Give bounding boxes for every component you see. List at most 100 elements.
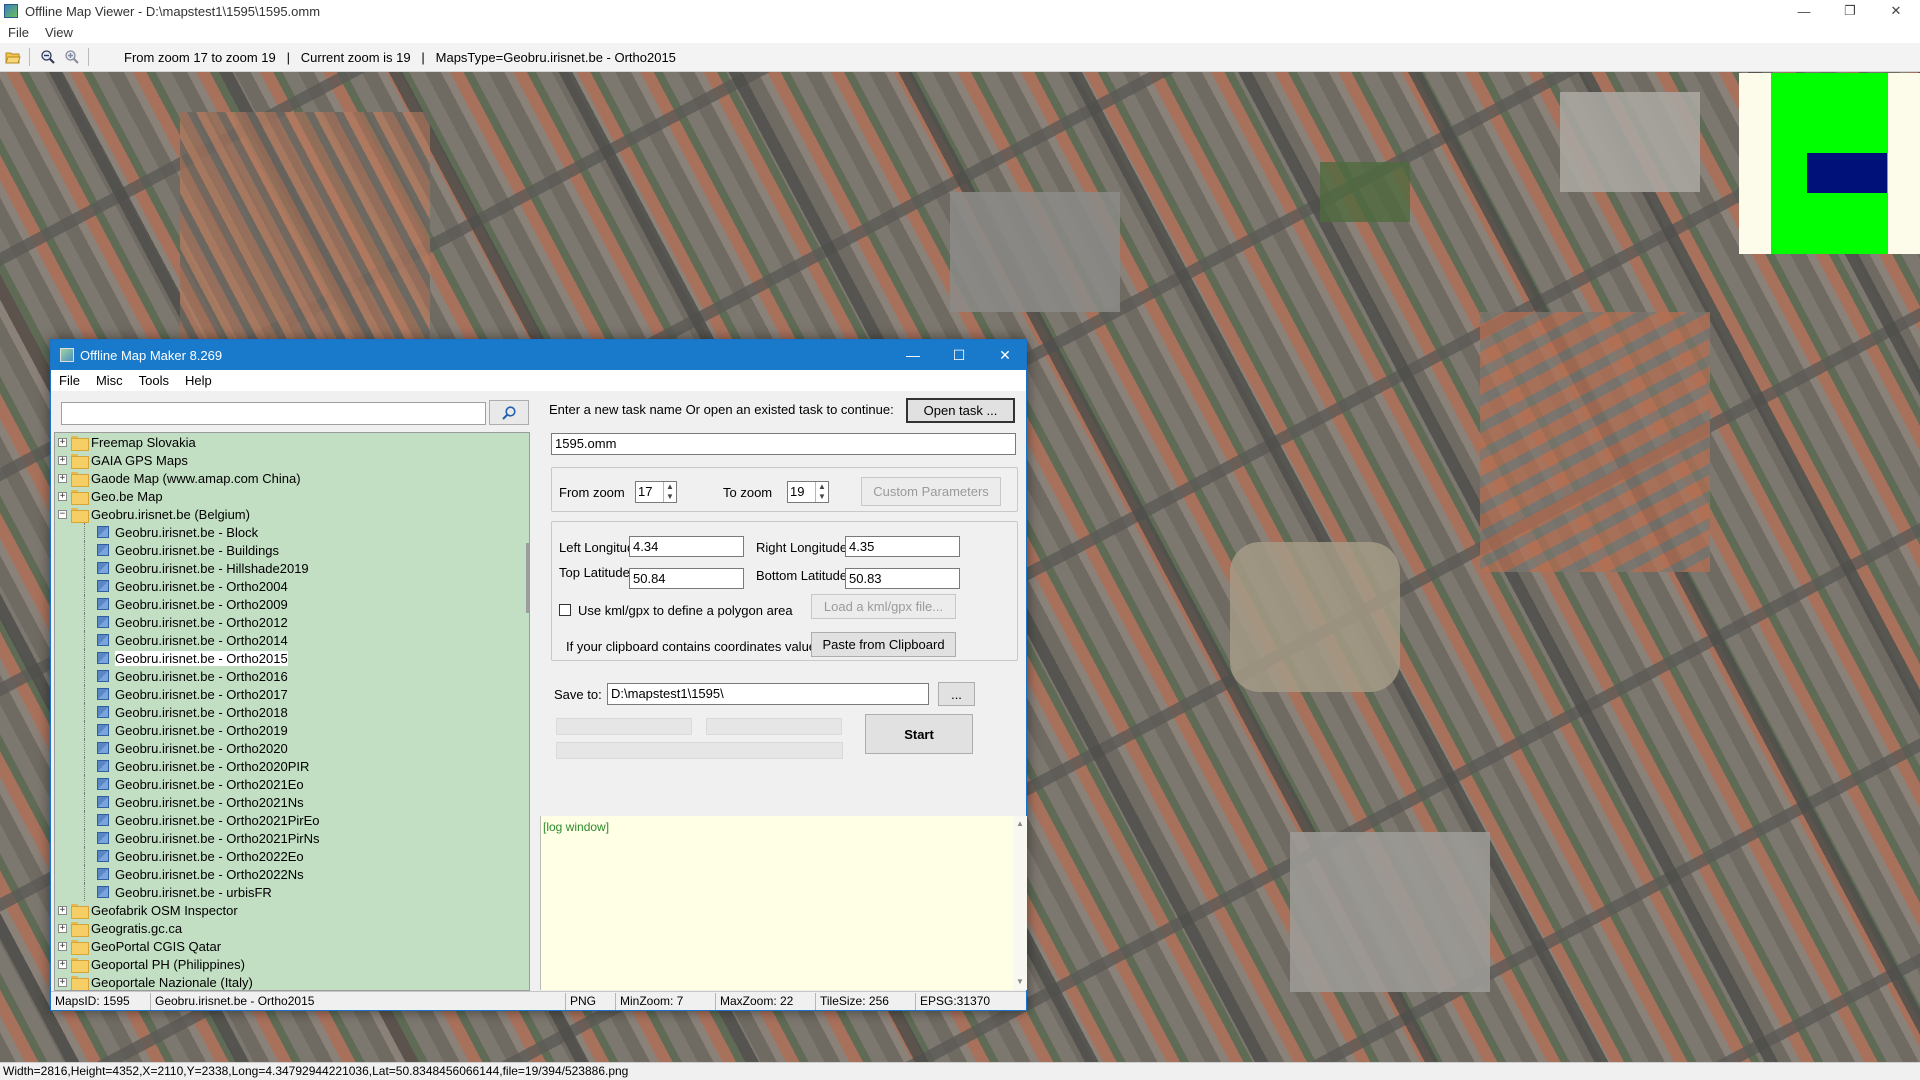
tree-connector — [84, 559, 85, 577]
open-folder-icon[interactable] — [2, 46, 24, 68]
viewer-close-button[interactable]: ✕ — [1873, 0, 1919, 22]
expand-icon[interactable]: + — [58, 905, 67, 915]
map-source-tree[interactable]: + Freemap Slovakia + GAIA GPS Maps + Gaode Ma… — [54, 432, 530, 991]
tree-child-map[interactable]: Geobru.irisnet.be - Ortho2020 — [55, 739, 529, 757]
maker-menu-file[interactable]: File — [51, 373, 88, 388]
tree-child-map[interactable]: Geobru.irisnet.be - Ortho2014 — [55, 631, 529, 649]
expand-icon[interactable]: + — [58, 473, 67, 483]
tree-child-map[interactable]: Geobru.irisnet.be - Ortho2012 — [55, 613, 529, 631]
zoom-out-icon[interactable] — [37, 46, 59, 68]
spinner-arrows-icon[interactable]: ▲ ▼ — [815, 482, 828, 502]
maker-menu-help[interactable]: Help — [177, 373, 220, 388]
maker-maximize-button[interactable]: ☐ — [936, 340, 982, 370]
minimap[interactable] — [1739, 73, 1920, 254]
task-name-input[interactable]: 1595.omm — [551, 433, 1016, 455]
tree-child-map[interactable]: Geobru.irisnet.be - Ortho2021Ns — [55, 793, 529, 811]
tree-child-label: Geobru.irisnet.be - Ortho2017 — [115, 686, 288, 702]
tree-node[interactable]: + Geogratis.gc.ca — [55, 919, 529, 937]
map-search-button[interactable] — [489, 400, 529, 425]
viewer-window-title: Offline Map Viewer - D:\mapstest1\1595\1… — [25, 3, 321, 19]
expand-icon[interactable]: + — [58, 437, 67, 447]
tree-child-map[interactable]: Geobru.irisnet.be - Ortho2022Eo — [55, 847, 529, 865]
use-kml-checkbox[interactable] — [559, 604, 571, 616]
tree-child-map[interactable]: Geobru.irisnet.be - Ortho2021PirEo — [55, 811, 529, 829]
log-scrollbar[interactable]: ▲ ▼ — [1013, 816, 1027, 990]
right-longitude-input[interactable]: 4.35 — [845, 536, 960, 557]
open-task-button[interactable]: Open task ... — [906, 398, 1015, 423]
tree-child-map[interactable]: Geobru.irisnet.be - Hillshade2019 — [55, 559, 529, 577]
tree-child-map[interactable]: Geobru.irisnet.be - urbisFR — [55, 883, 529, 901]
expand-icon[interactable]: + — [58, 977, 67, 987]
tree-child-map[interactable]: Geobru.irisnet.be - Ortho2017 — [55, 685, 529, 703]
tree-node[interactable]: + Gaode Map (www.amap.com China) — [55, 469, 529, 487]
custom-parameters-button[interactable]: Custom Parameters — [861, 477, 1001, 506]
tree-node[interactable]: + Freemap Slovakia — [55, 433, 529, 451]
tree-child-map[interactable]: Geobru.irisnet.be - Ortho2016 — [55, 667, 529, 685]
maker-menu-misc[interactable]: Misc — [88, 373, 131, 388]
tree-child-map[interactable]: Geobru.irisnet.be - Ortho2009 — [55, 595, 529, 613]
folder-icon — [71, 975, 89, 990]
maker-close-button[interactable]: ✕ — [982, 340, 1028, 370]
spinner-arrows-icon[interactable]: ▲ ▼ — [663, 482, 676, 502]
maker-minimize-button[interactable]: — — [890, 340, 936, 370]
tree-node[interactable]: + Geoportale Nazionale (Italy) — [55, 973, 529, 990]
expand-icon[interactable]: + — [58, 923, 67, 933]
tree-child-map[interactable]: Geobru.irisnet.be - Ortho2021Eo — [55, 775, 529, 793]
tree-node[interactable]: + GAIA GPS Maps — [55, 451, 529, 469]
map-layer-icon — [97, 706, 109, 718]
tree-child-map[interactable]: Geobru.irisnet.be - Ortho2020PIR — [55, 757, 529, 775]
tree-child-map[interactable]: Geobru.irisnet.be - Buildings — [55, 541, 529, 559]
start-button[interactable]: Start — [865, 714, 973, 754]
zoom-in-icon[interactable] — [61, 46, 83, 68]
tree-connector — [84, 649, 85, 667]
load-kml-button[interactable]: Load a kml/gpx file... — [811, 594, 956, 619]
tree-node[interactable]: + Geo.be Map — [55, 487, 529, 505]
map-layer-icon — [97, 526, 109, 538]
tree-node[interactable]: + Geoportal PH (Philippines) — [55, 955, 529, 973]
expand-icon[interactable]: + — [58, 959, 67, 969]
map-search-input[interactable] — [61, 402, 486, 425]
log-window[interactable]: [log window] ▲ ▼ — [540, 816, 1027, 990]
tree-child-label: Geobru.irisnet.be - Hillshade2019 — [115, 560, 309, 576]
maker-menu-tools[interactable]: Tools — [131, 373, 177, 388]
viewer-menu-view[interactable]: View — [37, 25, 81, 40]
scroll-down-icon[interactable]: ▼ — [1016, 977, 1024, 986]
tree-child-map[interactable]: Geobru.irisnet.be - Block — [55, 523, 529, 541]
to-zoom-spinner[interactable]: 19 ▲ ▼ — [787, 481, 829, 503]
tree-child-label: Geobru.irisnet.be - Ortho2020PIR — [115, 758, 310, 774]
folder-icon — [71, 435, 89, 451]
expand-icon[interactable]: + — [58, 941, 67, 951]
viewer-minimize-button[interactable]: — — [1781, 0, 1827, 22]
browse-folder-button[interactable]: ... — [938, 682, 975, 706]
tree-child-map[interactable]: Geobru.irisnet.be - Ortho2021PirNs — [55, 829, 529, 847]
tree-child-map[interactable]: Geobru.irisnet.be - Ortho2019 — [55, 721, 529, 739]
tree-node-label: Gaode Map (www.amap.com China) — [91, 470, 301, 486]
tree-scrollbar-thumb[interactable] — [526, 543, 529, 613]
tree-node[interactable]: + GeoPortal CGIS Qatar — [55, 937, 529, 955]
tree-child-map[interactable]: Geobru.irisnet.be - Ortho2018 — [55, 703, 529, 721]
left-longitude-input[interactable]: 4.34 — [629, 536, 744, 557]
top-latitude-input[interactable]: 50.84 — [629, 568, 744, 589]
tree-node-expanded[interactable]: − Geobru.irisnet.be (Belgium) — [55, 505, 529, 523]
tree-child-map[interactable]: Geobru.irisnet.be - Ortho2022Ns — [55, 865, 529, 883]
viewer-restore-button[interactable]: ❐ — [1827, 0, 1873, 22]
expand-icon[interactable]: + — [58, 491, 67, 501]
zoom-status-text: From zoom 17 to zoom 19 | Current zoom i… — [124, 49, 676, 65]
tree-child-map[interactable]: Geobru.irisnet.be - Ortho2004 — [55, 577, 529, 595]
scroll-up-icon[interactable]: ▲ — [1016, 819, 1024, 828]
save-path-input[interactable]: D:\mapstest1\1595\ — [607, 683, 929, 705]
from-zoom-value: 17 — [638, 484, 653, 499]
tree-node[interactable]: + Geofabrik OSM Inspector — [55, 901, 529, 919]
minimap-viewport[interactable] — [1807, 153, 1887, 193]
tree-connector — [84, 793, 85, 811]
paste-from-clipboard-button[interactable]: Paste from Clipboard — [811, 632, 956, 657]
collapse-icon[interactable]: − — [58, 509, 67, 519]
bottom-latitude-input[interactable]: 50.83 — [845, 568, 960, 589]
tree-child-map[interactable]: Geobru.irisnet.be - Ortho2015 — [55, 649, 529, 667]
task-prompt-label: Enter a new task name Or open an existed… — [549, 402, 894, 417]
viewer-menu-file[interactable]: File — [0, 25, 37, 40]
map-layer-icon — [97, 652, 109, 664]
tree-connector — [84, 811, 85, 829]
from-zoom-spinner[interactable]: 17 ▲ ▼ — [635, 481, 677, 503]
expand-icon[interactable]: + — [58, 455, 67, 465]
